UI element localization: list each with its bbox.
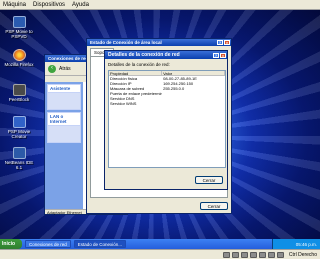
taskbar-item-label: Estado de Conexión... xyxy=(77,241,123,247)
desktop-icon-firefox[interactable]: Mozilla Firefox xyxy=(2,49,36,67)
desktop-icon-psp-creator[interactable]: PSP Movie Creator xyxy=(2,116,36,139)
close-icon[interactable]: × xyxy=(220,52,226,58)
status-button-row: Cerrar xyxy=(87,198,231,212)
peerblock-icon xyxy=(12,84,26,96)
psp-movie-icon xyxy=(12,16,26,28)
panel-lan-title[interactable]: LAN o Internet xyxy=(48,113,80,126)
desktop-icon-label: PSP Movie Creator xyxy=(7,129,31,139)
connection-status-titlebar[interactable]: Estado de Conexión de área local ? × xyxy=(87,39,231,46)
vbox-status-bar: Ctrl Derecho xyxy=(0,249,320,259)
hard-disk-icon[interactable] xyxy=(222,251,230,258)
start-button[interactable]: Inicio xyxy=(0,239,22,249)
help-icon[interactable]: ? xyxy=(213,52,219,58)
desktop-icon-netbeans[interactable]: NetBeans IDE 6.1 xyxy=(2,147,36,170)
column-header-property[interactable]: Propiedad xyxy=(109,71,163,76)
task-pane: Asistente LAN o Internet xyxy=(45,82,83,209)
desktop-icon-psp-movie[interactable]: PSP Movie to PSPVD xyxy=(2,16,36,39)
start-label: Inicio xyxy=(2,241,16,247)
status-close-button[interactable]: Cerrar xyxy=(200,202,228,210)
details-titlebar[interactable]: Detalles de la conexión de red ? × xyxy=(105,51,227,59)
table-row[interactable]: Servidor WINS xyxy=(109,101,225,106)
window-title: Conexiones de red xyxy=(48,56,89,61)
row-value xyxy=(162,101,225,106)
firefox-icon xyxy=(12,49,26,61)
psp-creator-icon xyxy=(12,116,26,128)
network-connection-icon[interactable] xyxy=(48,126,80,142)
menu-maquina[interactable]: Máquina xyxy=(3,2,26,8)
desktop-icon-peerblock[interactable]: PeerBlock xyxy=(2,84,36,102)
vbox-menubar: Máquina Dispositivos Ayuda xyxy=(0,0,320,10)
panel-assistant: Asistente xyxy=(47,84,81,110)
close-icon[interactable]: × xyxy=(224,40,230,45)
window-title: Estado de Conexión de área local xyxy=(90,40,162,45)
back-arrow-icon[interactable]: ‹ xyxy=(48,64,56,73)
details-table[interactable]: Propiedad Valor Dirección física 08-00-2… xyxy=(108,70,226,168)
back-button-label[interactable]: Atrás xyxy=(59,66,71,72)
connection-details-dialog: Detalles de la conexión de red ? × Detal… xyxy=(104,50,228,190)
dialog-title: Detalles de la conexión de red xyxy=(108,52,180,58)
network-icon[interactable] xyxy=(249,251,257,258)
row-property: Servidor WINS xyxy=(110,101,137,106)
panel-assistant-title[interactable]: Asistente xyxy=(48,85,80,93)
shared-folders-icon[interactable] xyxy=(267,251,275,258)
system-tray: 05:46 p.m. xyxy=(272,239,320,249)
mouse-integration-icon[interactable] xyxy=(276,251,284,258)
taskbar-item-status[interactable]: Estado de Conexión... xyxy=(73,240,127,248)
usb-icon[interactable] xyxy=(258,251,266,258)
taskbar: Inicio Conexiones de red Estado de Conex… xyxy=(0,239,320,249)
menu-dispositivos[interactable]: Dispositivos xyxy=(33,2,65,8)
cdrom-icon[interactable] xyxy=(231,251,239,258)
panel-lan: LAN o Internet xyxy=(47,112,81,143)
taskbar-item-connections[interactable]: Conexiones de red xyxy=(25,240,71,248)
host-key-label: Ctrl Derecho xyxy=(288,251,317,258)
details-subtitle: Detalles de la conexión de red: xyxy=(108,62,170,67)
menu-ayuda[interactable]: Ayuda xyxy=(72,2,89,8)
desktop-icon-label: Mozilla Firefox xyxy=(4,62,34,67)
floppy-icon[interactable] xyxy=(240,251,248,258)
column-header-value[interactable]: Valor xyxy=(162,71,225,76)
taskbar-item-label: Conexiones de red xyxy=(29,241,67,247)
help-icon[interactable]: ? xyxy=(217,40,223,45)
wizard-icon[interactable] xyxy=(48,93,80,109)
desktop-icon-label: PSP Movie to PSPVD xyxy=(5,29,33,39)
desktop-icon-label: NetBeans IDE 6.1 xyxy=(4,160,34,170)
desktop-icon-label: PeerBlock xyxy=(8,97,30,102)
netbeans-icon xyxy=(12,147,26,159)
clock[interactable]: 05:46 p.m. xyxy=(296,242,317,247)
details-close-button[interactable]: Cerrar xyxy=(195,176,223,184)
